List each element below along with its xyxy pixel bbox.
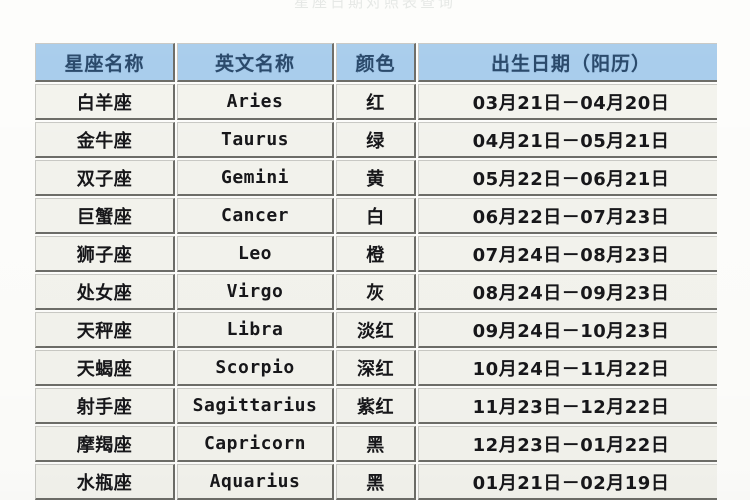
- cell-birth-date: 06月22日－07月23日: [418, 198, 717, 234]
- cell-english-name: Sagittarius: [177, 388, 334, 424]
- cell-color-value: 黄: [336, 160, 416, 196]
- cell-english-name: Libra: [177, 312, 334, 348]
- cell-color-value: 紫红: [336, 388, 416, 424]
- cell-english-name: Capricorn: [177, 426, 334, 462]
- cell-english-name: Aries: [177, 84, 334, 120]
- table-body: 白羊座 Aries 红 03月21日－04月20日 金牛座 Taurus 绿 04月21日－0…: [35, 84, 717, 500]
- table-row: 摩羯座 Capricorn 黑 12月23日－01月22日: [35, 426, 717, 462]
- cell-color-value: 红: [336, 84, 416, 120]
- table-row: 白羊座 Aries 红 03月21日－04月20日: [35, 84, 717, 120]
- cell-zodiac-name: 处女座: [35, 274, 175, 310]
- table-header: 星座名称 英文名称 颜色 出生日期（阳历）: [35, 43, 717, 82]
- cell-birth-date: 08月24日－09月23日: [418, 274, 717, 310]
- cell-zodiac-name: 射手座: [35, 388, 175, 424]
- cell-color-value: 黑: [336, 464, 416, 500]
- table-viewport: 星座名称 英文名称 颜色 出生日期（阳历） 白羊座 Aries 红 03月21日－04…: [33, 41, 717, 500]
- table-row: 天蝎座 Scorpio 深红 10月24日－11月22日: [35, 350, 717, 386]
- cell-english-name: Leo: [177, 236, 334, 272]
- cell-color-value: 灰: [336, 274, 416, 310]
- table-row: 射手座 Sagittarius 紫红 11月23日－12月22日: [35, 388, 717, 424]
- cell-birth-date: 09月24日－10月23日: [418, 312, 717, 348]
- cell-english-name: Scorpio: [177, 350, 334, 386]
- column-header-birth-date: 出生日期（阳历）: [418, 43, 717, 82]
- table-row: 巨蟹座 Cancer 白 06月22日－07月23日: [35, 198, 717, 234]
- cell-english-name: Cancer: [177, 198, 334, 234]
- cell-zodiac-name: 双子座: [35, 160, 175, 196]
- column-header-color: 颜色: [336, 43, 416, 82]
- table-row: 水瓶座 Aquarius 黑 01月21日－02月19日: [35, 464, 717, 500]
- cell-zodiac-name: 天蝎座: [35, 350, 175, 386]
- cell-zodiac-name: 水瓶座: [35, 464, 175, 500]
- table-header-row: 星座名称 英文名称 颜色 出生日期（阳历）: [35, 43, 717, 82]
- cell-zodiac-name: 摩羯座: [35, 426, 175, 462]
- cell-color-value: 深红: [336, 350, 416, 386]
- cropped-title-remnant: 星座日期对照表查询: [293, 0, 456, 9]
- cell-color-value: 绿: [336, 122, 416, 158]
- cell-birth-date: 12月23日－01月22日: [418, 426, 717, 462]
- cell-zodiac-name: 狮子座: [35, 236, 175, 272]
- table-row: 天秤座 Libra 淡红 09月24日－10月23日: [35, 312, 717, 348]
- cell-birth-date: 10月24日－11月22日: [418, 350, 717, 386]
- cell-english-name: Gemini: [177, 160, 334, 196]
- cell-birth-date: 03月21日－04月20日: [418, 84, 717, 120]
- column-header-english-name: 英文名称: [177, 43, 334, 82]
- zodiac-date-table: 星座名称 英文名称 颜色 出生日期（阳历） 白羊座 Aries 红 03月21日－04…: [33, 41, 717, 500]
- cell-english-name: Aquarius: [177, 464, 334, 500]
- cell-birth-date: 01月21日－02月19日: [418, 464, 717, 500]
- table-row: 金牛座 Taurus 绿 04月21日－05月21日: [35, 122, 717, 158]
- column-header-zodiac-name: 星座名称: [35, 43, 175, 82]
- table-row: 狮子座 Leo 橙 07月24日－08月23日: [35, 236, 717, 272]
- cell-zodiac-name: 天秤座: [35, 312, 175, 348]
- page-root: 星座日期对照表查询 星座名称 英文名称 颜色 出生日期（阳历） 白羊座 Aries…: [0, 0, 750, 500]
- cell-zodiac-name: 白羊座: [35, 84, 175, 120]
- cell-zodiac-name: 巨蟹座: [35, 198, 175, 234]
- cell-color-value: 橙: [336, 236, 416, 272]
- cell-zodiac-name: 金牛座: [35, 122, 175, 158]
- cell-english-name: Taurus: [177, 122, 334, 158]
- cell-birth-date: 11月23日－12月22日: [418, 388, 717, 424]
- table-row: 处女座 Virgo 灰 08月24日－09月23日: [35, 274, 717, 310]
- cell-color-value: 白: [336, 198, 416, 234]
- table-row: 双子座 Gemini 黄 05月22日－06月21日: [35, 160, 717, 196]
- cell-birth-date: 04月21日－05月21日: [418, 122, 717, 158]
- cell-english-name: Virgo: [177, 274, 334, 310]
- cell-color-value: 淡红: [336, 312, 416, 348]
- cell-birth-date: 07月24日－08月23日: [418, 236, 717, 272]
- cell-birth-date: 05月22日－06月21日: [418, 160, 717, 196]
- cell-color-value: 黑: [336, 426, 416, 462]
